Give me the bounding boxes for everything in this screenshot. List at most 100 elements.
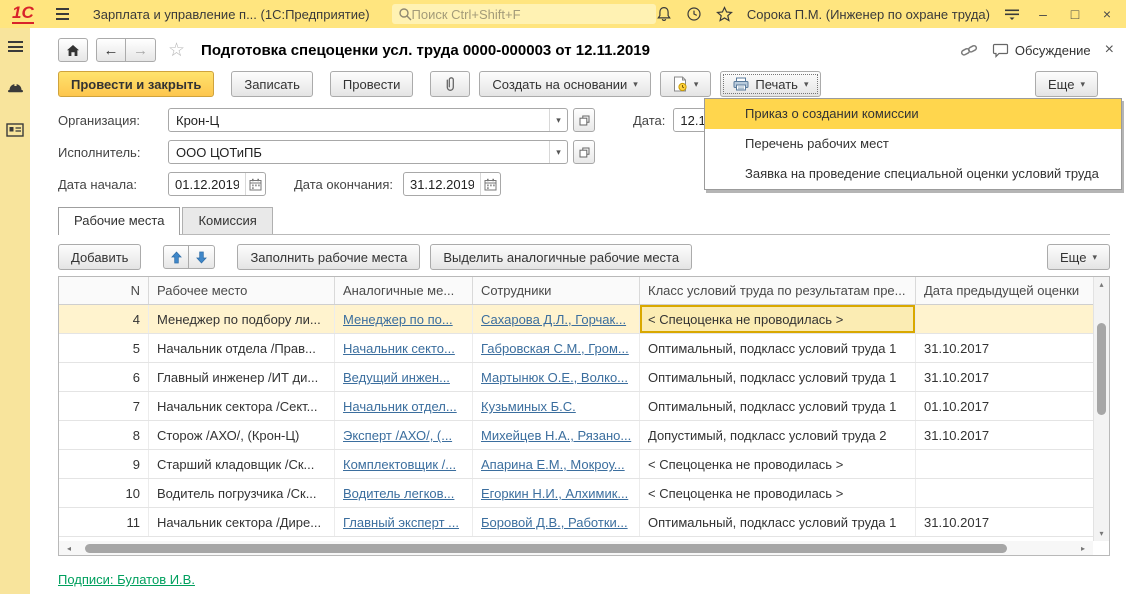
cell-prev-date[interactable] bbox=[916, 305, 1092, 333]
global-search[interactable] bbox=[392, 4, 656, 24]
cell-similar[interactable]: Эксперт /АХО/, (... bbox=[335, 421, 473, 449]
employees-link[interactable]: Сахарова Д.Л., Горчак... bbox=[481, 312, 626, 327]
cell-prev-date[interactable]: 31.10.2017 bbox=[916, 363, 1092, 391]
similar-link[interactable]: Водитель легков... bbox=[343, 486, 454, 501]
main-menu-icon[interactable] bbox=[56, 8, 69, 20]
document-history-button[interactable]: ▾ bbox=[660, 71, 712, 97]
notifications-bell-icon[interactable] bbox=[656, 6, 672, 22]
combo-dropdown-icon[interactable]: ▾ bbox=[549, 109, 567, 131]
start-date-field[interactable] bbox=[168, 172, 266, 196]
similar-link[interactable]: Главный эксперт ... bbox=[343, 515, 459, 530]
cell-employees[interactable]: Михейцев Н.А., Рязано... bbox=[473, 421, 640, 449]
window-minimize-button[interactable]: – bbox=[1034, 6, 1052, 22]
scroll-up-icon[interactable]: ▴ bbox=[1094, 280, 1109, 289]
cell-employees[interactable]: Боровой Д.В., Работки... bbox=[473, 508, 640, 536]
cell-prev-date[interactable]: 01.10.2017 bbox=[916, 392, 1092, 420]
employees-link[interactable]: Боровой Д.В., Работки... bbox=[481, 515, 628, 530]
cell-similar[interactable]: Ведущий инжен... bbox=[335, 363, 473, 391]
favorites-star-icon[interactable] bbox=[716, 6, 733, 22]
organization-combo[interactable]: ▾ bbox=[168, 108, 568, 132]
cell-class[interactable]: < Спецоценка не проводилась > bbox=[640, 450, 916, 478]
cell-class[interactable]: Оптимальный, подкласс условий труда 1 bbox=[640, 363, 916, 391]
cell-workplace[interactable]: Водитель погрузчика /Ск... bbox=[149, 479, 335, 507]
discussion-button[interactable]: Обсуждение bbox=[992, 43, 1091, 58]
save-button[interactable]: Записать bbox=[231, 71, 313, 97]
menu-item-commission-order[interactable]: Приказ о создании комиссии bbox=[705, 99, 1121, 129]
cell-n[interactable]: 9 bbox=[59, 450, 149, 478]
cell-n[interactable]: 11 bbox=[59, 508, 149, 536]
cell-employees[interactable]: Кузьминых Б.С. bbox=[473, 392, 640, 420]
add-row-button[interactable]: Добавить bbox=[58, 244, 141, 270]
employees-link[interactable]: Егоркин Н.И., Алхимик... bbox=[481, 486, 628, 501]
calendar-icon[interactable] bbox=[245, 173, 265, 195]
cell-workplace[interactable]: Менеджер по подбору ли... bbox=[149, 305, 335, 333]
fill-workplaces-button[interactable]: Заполнить рабочие места bbox=[237, 244, 420, 270]
start-date-input[interactable] bbox=[169, 177, 245, 192]
employees-link[interactable]: Кузьминых Б.С. bbox=[481, 399, 576, 414]
employees-link[interactable]: Михейцев Н.А., Рязано... bbox=[481, 428, 631, 443]
signatures-link[interactable]: Подписи: Булатов И.В. bbox=[58, 572, 195, 587]
safety-helmet-icon[interactable] bbox=[7, 80, 24, 95]
cell-similar[interactable]: Комплектовщик /... bbox=[335, 450, 473, 478]
cell-prev-date[interactable] bbox=[916, 479, 1092, 507]
post-button[interactable]: Провести bbox=[330, 71, 414, 97]
cell-class[interactable]: Оптимальный, подкласс условий труда 1 bbox=[640, 392, 916, 420]
cell-prev-date[interactable]: 31.10.2017 bbox=[916, 421, 1092, 449]
table-row[interactable]: 11 Начальник сектора /Дире... Главный эк… bbox=[59, 508, 1109, 537]
id-badge-icon[interactable] bbox=[6, 123, 24, 137]
cell-similar[interactable]: Водитель легков... bbox=[335, 479, 473, 507]
end-date-input[interactable] bbox=[404, 177, 480, 192]
organization-input[interactable] bbox=[169, 113, 549, 128]
cell-workplace[interactable]: Начальник отдела /Прав... bbox=[149, 334, 335, 362]
create-based-on-button[interactable]: Создать на основании ▾ bbox=[479, 71, 650, 97]
forward-button[interactable]: → bbox=[126, 38, 156, 62]
cell-similar[interactable]: Начальник секто... bbox=[335, 334, 473, 362]
table-row[interactable]: 9 Старший кладовщик /Ск... Комплектовщик… bbox=[59, 450, 1109, 479]
cell-employees[interactable]: Егоркин Н.И., Алхимик... bbox=[473, 479, 640, 507]
table-row[interactable]: 5 Начальник отдела /Прав... Начальник се… bbox=[59, 334, 1109, 363]
employees-link[interactable]: Апарина Е.М., Мокроу... bbox=[481, 457, 625, 472]
window-maximize-button[interactable]: □ bbox=[1066, 6, 1084, 22]
move-up-button[interactable] bbox=[163, 245, 189, 269]
table-row[interactable]: 6 Главный инженер /ИТ ди... Ведущий инже… bbox=[59, 363, 1109, 392]
similar-link[interactable]: Менеджер по по... bbox=[343, 312, 453, 327]
table-row[interactable]: 4 Менеджер по подбору ли... Менеджер по … bbox=[59, 305, 1109, 334]
menu-item-assessment-request[interactable]: Заявка на проведение специальной оценки … bbox=[705, 159, 1121, 189]
select-similar-button[interactable]: Выделить аналогичные рабочие места bbox=[430, 244, 692, 270]
back-button[interactable]: ← bbox=[96, 38, 126, 62]
similar-link[interactable]: Ведущий инжен... bbox=[343, 370, 450, 385]
similar-link[interactable]: Комплектовщик /... bbox=[343, 457, 456, 472]
cell-similar[interactable]: Менеджер по по... bbox=[335, 305, 473, 333]
current-user[interactable]: Сорока П.М. (Инженер по охране труда) bbox=[747, 7, 990, 22]
cell-employees[interactable]: Апарина Е.М., Мокроу... bbox=[473, 450, 640, 478]
cell-prev-date[interactable] bbox=[916, 450, 1092, 478]
cell-n[interactable]: 4 bbox=[59, 305, 149, 333]
horizontal-scroll-track[interactable] bbox=[75, 544, 1077, 553]
scroll-left-icon[interactable]: ◂ bbox=[63, 544, 75, 553]
print-button[interactable]: Печать ▾ bbox=[720, 71, 821, 97]
cell-workplace[interactable]: Начальник сектора /Дире... bbox=[149, 508, 335, 536]
cell-prev-date[interactable]: 31.10.2017 bbox=[916, 508, 1092, 536]
similar-link[interactable]: Начальник отдел... bbox=[343, 399, 457, 414]
cell-employees[interactable]: Сахарова Д.Л., Горчак... bbox=[473, 305, 640, 333]
cell-class-active[interactable]: < Спецоценка не проводилась > bbox=[640, 305, 916, 333]
cell-class[interactable]: Допустимый, подкласс условий труда 2 bbox=[640, 421, 916, 449]
cell-workplace[interactable]: Главный инженер /ИТ ди... bbox=[149, 363, 335, 391]
cell-workplace[interactable]: Сторож /АХО/, (Крон-Ц) bbox=[149, 421, 335, 449]
home-button[interactable] bbox=[58, 38, 88, 62]
service-menu-icon[interactable] bbox=[1004, 8, 1020, 21]
horizontal-scrollbar[interactable]: ◂ ▸ bbox=[59, 541, 1093, 555]
cell-workplace[interactable]: Старший кладовщик /Ск... bbox=[149, 450, 335, 478]
similar-link[interactable]: Эксперт /АХО/, (... bbox=[343, 428, 452, 443]
table-more-button[interactable]: Еще ▾ bbox=[1047, 244, 1110, 270]
organization-open-button[interactable] bbox=[573, 108, 595, 132]
cell-n[interactable]: 7 bbox=[59, 392, 149, 420]
post-and-close-button[interactable]: Провести и закрыть bbox=[58, 71, 214, 97]
sidebar-menu-icon[interactable] bbox=[8, 41, 23, 52]
horizontal-scroll-thumb[interactable] bbox=[85, 544, 1007, 553]
vertical-scroll-thumb[interactable] bbox=[1097, 323, 1106, 415]
combo-dropdown-icon[interactable]: ▾ bbox=[549, 141, 567, 163]
menu-item-workplaces-list[interactable]: Перечень рабочих мест bbox=[705, 129, 1121, 159]
executor-combo[interactable]: ▾ bbox=[168, 140, 568, 164]
cell-similar[interactable]: Начальник отдел... bbox=[335, 392, 473, 420]
